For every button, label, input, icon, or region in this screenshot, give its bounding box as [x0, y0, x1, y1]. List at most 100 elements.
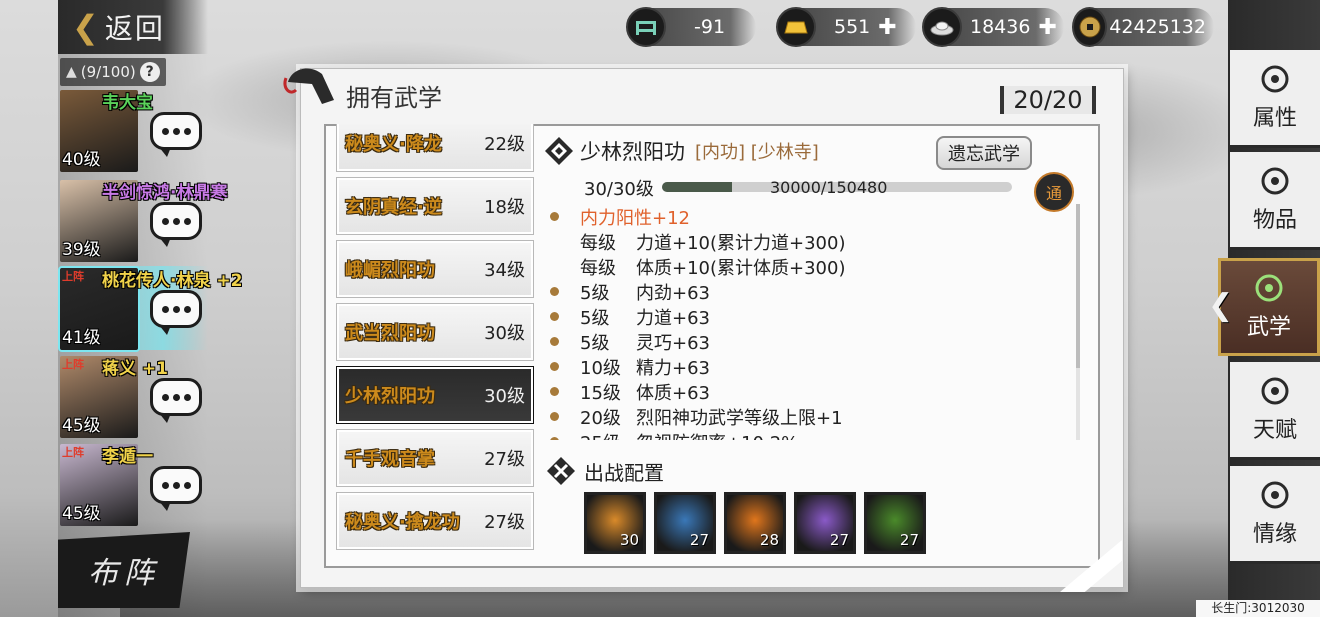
exp-text: 30000/150480	[770, 178, 888, 197]
panel-title: 拥有武学	[346, 84, 442, 112]
bullet-dot-icon	[550, 312, 564, 321]
bullet-dot-icon	[550, 387, 564, 396]
battle-skill-slot[interactable]: 28	[724, 492, 786, 554]
help-icon[interactable]: ?	[139, 62, 160, 82]
roster-count: ▲ (9/100) ?	[60, 58, 166, 86]
skill-level-row: 30/30级	[584, 178, 664, 200]
skill-item-name: 武当烈阳功	[345, 323, 435, 344]
chat-bubble-icon[interactable]	[150, 378, 202, 423]
currency-copper: 42425132	[1072, 7, 1214, 47]
attribute-effect: 忽视防御率+10.2%	[636, 429, 798, 441]
skill-item[interactable]: 武当烈阳功 30级	[336, 303, 534, 361]
hero-card[interactable]: 韦大宝 40级	[58, 88, 208, 172]
tab-label: 天赋	[1252, 417, 1297, 443]
attribute-row: 每级 力道+10(累计力道+300)	[550, 229, 1070, 254]
attribute-row: 每级 体质+10(累计体质+300)	[550, 254, 1070, 279]
chat-bubble-icon[interactable]	[150, 112, 202, 157]
tab-talent-key[interactable]: 天赋	[1230, 362, 1320, 460]
hero-card[interactable]: 上阵 桃花传人·林泉 +2 41级	[58, 266, 242, 350]
skill-item[interactable]: 千手观音掌 27级	[336, 429, 534, 487]
attribute-effect: 灵巧+63	[636, 332, 710, 354]
skill-detail-header: 少林烈阳功 [内功] [少林寺]	[544, 136, 819, 166]
tab-heart-knot[interactable]: 情缘	[1230, 466, 1320, 564]
skill-item[interactable]: 秘奥义·降龙 22级	[336, 124, 534, 172]
attribute-scrollbar-thumb[interactable]	[1076, 204, 1080, 368]
bullet-dot-icon	[550, 212, 564, 221]
hero-level: 39级	[62, 240, 101, 260]
battle-slot-level: 27	[689, 531, 709, 549]
tab-scroll-book[interactable]: 武学	[1218, 258, 1320, 356]
skill-item[interactable]: 玄阴真经·逆 18级	[336, 177, 534, 235]
attribute-effect: 内劲+63	[636, 282, 710, 304]
chevron-left-icon: ❮	[72, 8, 99, 46]
chat-bubble-icon[interactable]	[150, 466, 202, 511]
scroll-book-icon	[1255, 274, 1283, 302]
tab-gift-box[interactable]: 物品	[1230, 152, 1320, 250]
skill-item-level: 34级	[484, 260, 525, 281]
attribute-requirement: 每级	[580, 257, 616, 279]
back-button[interactable]: ❮ 返回	[58, 0, 208, 54]
formation-button[interactable]: 布阵	[58, 532, 190, 608]
bullet-dot-icon	[550, 337, 564, 346]
battle-slot-level: 27	[829, 531, 849, 549]
server-label: 长生门:3012030	[1196, 600, 1320, 617]
attribute-row: 5级 力道+63	[550, 304, 1070, 329]
tab-label: 物品	[1252, 207, 1297, 233]
battle-skill-slot[interactable]: 27	[794, 492, 856, 554]
battle-skill-slot[interactable]: 27	[864, 492, 926, 554]
chevron-left-icon: ❮	[1208, 288, 1234, 323]
deployed-tag: 上阵	[62, 270, 84, 283]
add-silver-button[interactable]: ✚	[1038, 15, 1056, 40]
skill-item[interactable]: 秘奥义·擒龙功 27级	[336, 492, 534, 550]
currency-stamina: -91	[626, 7, 756, 47]
skill-item[interactable]: 少林烈阳功 30级	[336, 366, 534, 424]
crossed-diamond-icon	[547, 457, 575, 485]
battle-slot-level: 28	[759, 531, 779, 549]
skill-item-name: 玄阴真经·逆	[345, 197, 442, 218]
chat-bubble-icon[interactable]	[150, 290, 202, 335]
chat-bubble-icon[interactable]	[150, 202, 202, 247]
attribute-effect: 力道+63	[636, 307, 710, 329]
hero-name: 蒋义 +1	[102, 359, 168, 379]
hero-level: 40级	[62, 150, 101, 170]
hero-level: 41级	[62, 328, 101, 348]
skill-name: 少林烈阳功	[580, 140, 685, 164]
battle-slot-level: 27	[899, 531, 919, 549]
battle-slot-level: 30	[619, 531, 639, 549]
tab-character[interactable]: 属性	[1230, 50, 1320, 148]
battle-slot-row: 30 27 28 27 27	[584, 492, 926, 554]
battle-skill-slot[interactable]: 30	[584, 492, 646, 554]
heart-knot-icon	[1261, 481, 1289, 508]
attribute-row: 10级 精力+63	[550, 354, 1070, 379]
skill-item-name: 秘奥义·降龙	[345, 134, 442, 155]
bed-icon	[626, 7, 666, 47]
attribute-requirement: 25级	[580, 429, 636, 441]
character-icon	[1261, 65, 1289, 92]
hero-card[interactable]: 上阵 蒋义 +1 45级	[58, 354, 208, 438]
attribute-row: 内力阳性+12	[550, 204, 1070, 229]
bullet-dot-icon	[550, 362, 564, 371]
hero-card[interactable]: 半剑惊鸿·林鼎寒 39级	[58, 178, 227, 262]
hero-card[interactable]: 上阵 李遁一 45级	[58, 442, 208, 526]
currency-silver: 18436 ✚	[922, 7, 1064, 47]
battle-skill-slot[interactable]: 27	[654, 492, 716, 554]
bullet-dot-icon	[550, 437, 564, 440]
add-gold-button[interactable]: ✚	[878, 15, 896, 40]
attribute-effect: 体质+10(累计体质+300)	[636, 257, 846, 279]
skill-list[interactable]: 秘奥义·降龙 22级玄阴真经·逆 18级 峨嵋烈阳功 34级 武当烈阳功 30级 少林烈阳功 3…	[334, 124, 536, 564]
attribute-requirement: 每级	[580, 232, 616, 254]
skill-attribute-list[interactable]: 内力阳性+12 每级 力道+10(累计力道+300) 每级 体质+10(累计体质+300…	[550, 204, 1070, 440]
skill-item[interactable]: 峨嵋烈阳功 34级	[336, 240, 534, 298]
battle-config-header: 出战配置	[546, 456, 664, 486]
deployed-tag: 上阵	[62, 358, 84, 371]
forget-skill-button[interactable]: 遗忘武学	[936, 136, 1032, 170]
tab-label: 武学	[1246, 315, 1291, 340]
tab-label: 属性	[1252, 105, 1297, 131]
attribute-effect: 烈阳神功武学等级上限+1	[636, 407, 843, 429]
currency-gold: 551 ✚	[776, 7, 916, 47]
talent-key-icon	[1261, 377, 1289, 404]
bullet-dot-icon	[550, 412, 564, 421]
skill-item-name: 千手观音掌	[345, 449, 435, 470]
attribute-row: 5级 内劲+63	[550, 279, 1070, 304]
hero-level: 45级	[62, 504, 101, 524]
